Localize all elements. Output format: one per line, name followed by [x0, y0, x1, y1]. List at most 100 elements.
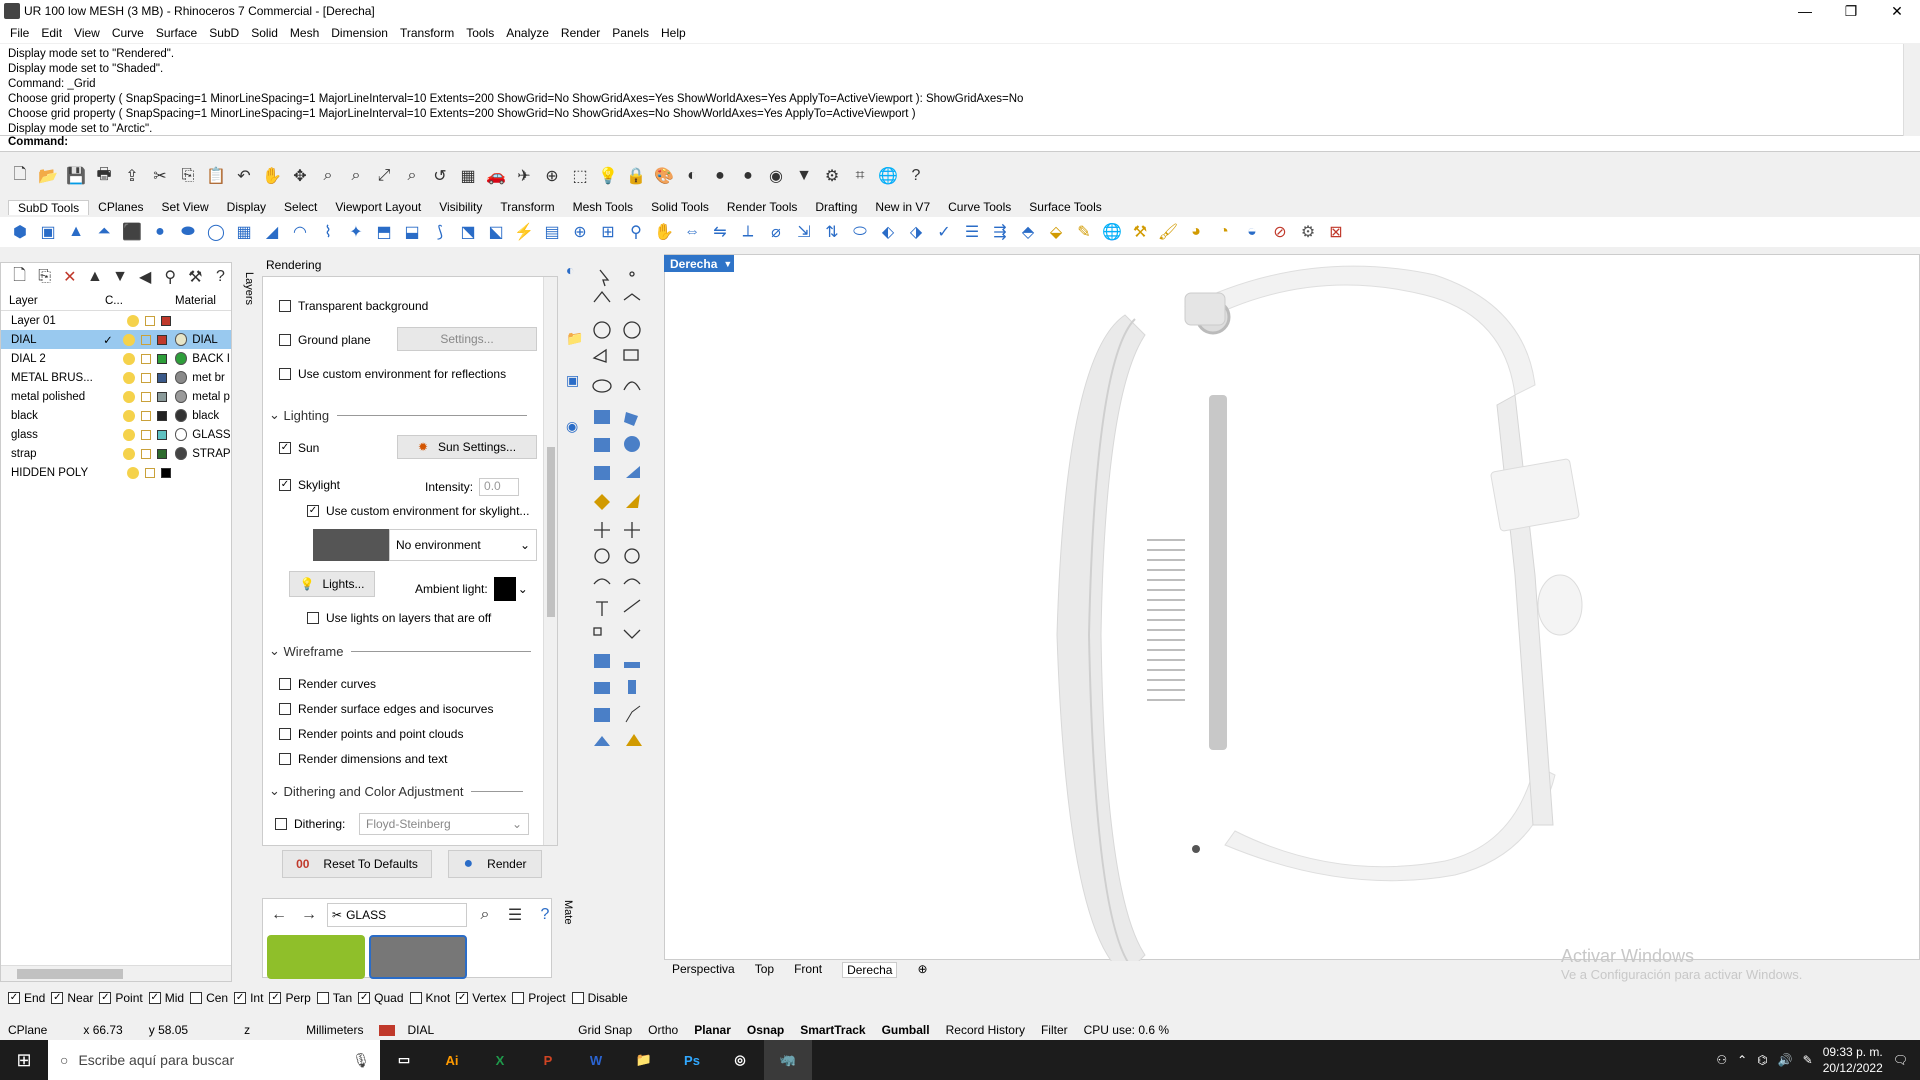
tab-curve-tools[interactable]: Curve Tools — [939, 200, 1020, 214]
layer-row[interactable]: DIAL 2 BACK I — [1, 349, 231, 368]
subd-red-x-icon[interactable]: ⊠ — [1324, 220, 1348, 244]
viewport-derecha[interactable] — [664, 254, 1920, 976]
subd-torus-icon[interactable]: ◯ — [204, 220, 228, 244]
named-views-icon[interactable]: ✈ — [512, 164, 536, 188]
search-icon[interactable]: ⌕ — [473, 903, 497, 927]
checkbox[interactable] — [279, 678, 291, 690]
print-icon[interactable]: 🖶 — [92, 164, 116, 188]
subd-cylinder-icon[interactable]: ⬛ — [120, 220, 144, 244]
scroll-thumb[interactable] — [547, 447, 555, 617]
taskbar-search[interactable]: ○ Escribe aquí para buscar 🎙 — [48, 1040, 380, 1080]
lightbulb-icon[interactable] — [123, 390, 136, 403]
osnap-end[interactable]: ✓ End — [8, 991, 45, 1005]
osnap-near[interactable]: ✓ Near — [51, 991, 93, 1005]
tab-cplanes[interactable]: CPlanes — [89, 200, 152, 214]
subd-bridge-icon[interactable]: ⌇ — [316, 220, 340, 244]
menu-file[interactable]: File — [4, 26, 35, 40]
subd-tools-icon[interactable]: ⊞ — [596, 220, 620, 244]
layer-col-header[interactable]: Layer — [1, 295, 97, 307]
menu-transform[interactable]: Transform — [394, 26, 460, 40]
subd-sphere-icon[interactable]: ● — [148, 220, 172, 244]
checkbox[interactable] — [279, 300, 291, 312]
delete-layer-icon[interactable]: ✕ — [59, 265, 80, 289]
wireframe-section[interactable]: ⌄ Wireframe — [269, 643, 532, 659]
lock-icon[interactable] — [141, 410, 151, 421]
history-scrollbar[interactable] — [1903, 44, 1920, 136]
menu-subd[interactable]: SubD — [203, 26, 245, 40]
subd-offset-icon[interactable]: ⬓ — [400, 220, 424, 244]
osnap-perp[interactable]: ✓ Perp — [269, 991, 311, 1005]
subd-merge-icon[interactable]: ⬗ — [904, 220, 928, 244]
lock-icon[interactable] — [145, 467, 155, 478]
material-ball-icon[interactable] — [174, 333, 188, 346]
render-surface-edges-option[interactable]: Render surface edges and isocurves — [279, 702, 493, 716]
subd-stitch-icon[interactable]: ✦ — [344, 220, 368, 244]
tab-transform[interactable]: Transform — [491, 200, 563, 214]
subd-blue-sphere-icon[interactable]: ◒ — [1240, 220, 1264, 244]
layer-color-swatch[interactable] — [161, 315, 171, 326]
checkbox[interactable] — [279, 368, 291, 380]
pen-icon[interactable]: ✎ — [1803, 1053, 1813, 1067]
chevron-up-icon[interactable]: ⌃ — [1737, 1053, 1747, 1067]
custom-env-skylight-option[interactable]: ✓ Use custom environment for skylight... — [307, 504, 529, 518]
car-icon[interactable]: 🚗 — [484, 164, 508, 188]
layer-row[interactable]: HIDDEN POLY — [1, 463, 231, 482]
cplane-icon[interactable]: ⊕ — [540, 164, 564, 188]
checkbox[interactable]: ✓ — [279, 479, 291, 491]
subd-patch-icon[interactable]: ⬖ — [876, 220, 900, 244]
subd-weld-icon[interactable]: ⚡ — [512, 220, 536, 244]
network-icon[interactable]: ⌬ — [1757, 1053, 1767, 1067]
subd-align-icon[interactable]: ⟂ — [736, 220, 760, 244]
osnap-knot[interactable]: Knot — [409, 991, 450, 1005]
subd-stop-icon[interactable]: ⊘ — [1268, 220, 1292, 244]
tab-set-view[interactable]: Set View — [153, 200, 218, 214]
word-icon[interactable]: W — [572, 1040, 620, 1080]
material-ball-icon[interactable] — [174, 409, 188, 422]
subd-flip-icon[interactable]: ⇅ — [820, 220, 844, 244]
undo-view-icon[interactable]: ↺ — [428, 164, 452, 188]
checkbox[interactable]: ✓ — [456, 992, 469, 1004]
osnap-point[interactable]: ✓ Point — [99, 991, 143, 1005]
subd-loft-icon[interactable]: ◢ — [260, 220, 284, 244]
layer-color-swatch[interactable] — [156, 448, 167, 459]
rhino-icon[interactable]: 🦏 — [764, 1040, 812, 1080]
light-icon[interactable]: 💡 — [596, 164, 620, 188]
material-ball-icon[interactable] — [174, 352, 188, 365]
lock-icon[interactable]: 🔒 — [624, 164, 648, 188]
toggle-ortho[interactable]: Ortho — [640, 1023, 686, 1037]
menu-tools[interactable]: Tools — [460, 26, 500, 40]
checkbox[interactable]: ✓ — [148, 992, 161, 1004]
cplane-label[interactable]: CPlane — [0, 1023, 55, 1037]
current-layer[interactable]: DIAL — [371, 1023, 450, 1037]
units-label[interactable]: Millimeters — [298, 1023, 371, 1037]
subd-insert-edge-icon[interactable]: ⬕ — [484, 220, 508, 244]
subd-extrude-icon[interactable]: ⬒ — [372, 220, 396, 244]
tab-visibility[interactable]: Visibility — [430, 200, 491, 214]
checkbox[interactable]: ✓ — [51, 992, 64, 1004]
tab-derecha[interactable]: Derecha — [842, 962, 898, 978]
checkbox[interactable]: ✓ — [99, 992, 112, 1004]
material-col-header[interactable]: Material — [167, 295, 216, 307]
command-history[interactable]: Display mode set to "Rendered". Display … — [0, 44, 1920, 136]
lock-icon[interactable] — [141, 448, 151, 459]
checkbox[interactable] — [279, 334, 291, 346]
checkbox[interactable] — [409, 992, 422, 1004]
menu-edit[interactable]: Edit — [35, 26, 68, 40]
tab-viewport-layout[interactable]: Viewport Layout — [326, 200, 430, 214]
filter-icon[interactable]: ▼ — [792, 164, 816, 188]
layer-color-swatch[interactable] — [156, 429, 167, 440]
subd-world-icon[interactable]: 🌐 — [1100, 220, 1124, 244]
command-line[interactable]: Command: — [0, 136, 1920, 152]
render-icon[interactable]: ◉ — [764, 164, 788, 188]
layer-row[interactable]: glass GLASS — [1, 425, 231, 444]
subd-mirror-icon[interactable]: ⇋ — [708, 220, 732, 244]
layer-color-swatch[interactable] — [156, 410, 167, 421]
four-view-icon[interactable]: ▦ — [456, 164, 480, 188]
lock-icon[interactable] — [141, 334, 151, 345]
render-panel-icon[interactable]: ◉ — [566, 418, 582, 440]
minimize-icon[interactable]: — — [1782, 0, 1828, 22]
osnap-tan[interactable]: Tan — [316, 991, 352, 1005]
environment-select[interactable]: No environment ⌄ — [389, 529, 537, 561]
checkbox[interactable]: ✓ — [358, 992, 371, 1004]
material-thumbnail-green[interactable] — [267, 935, 365, 979]
